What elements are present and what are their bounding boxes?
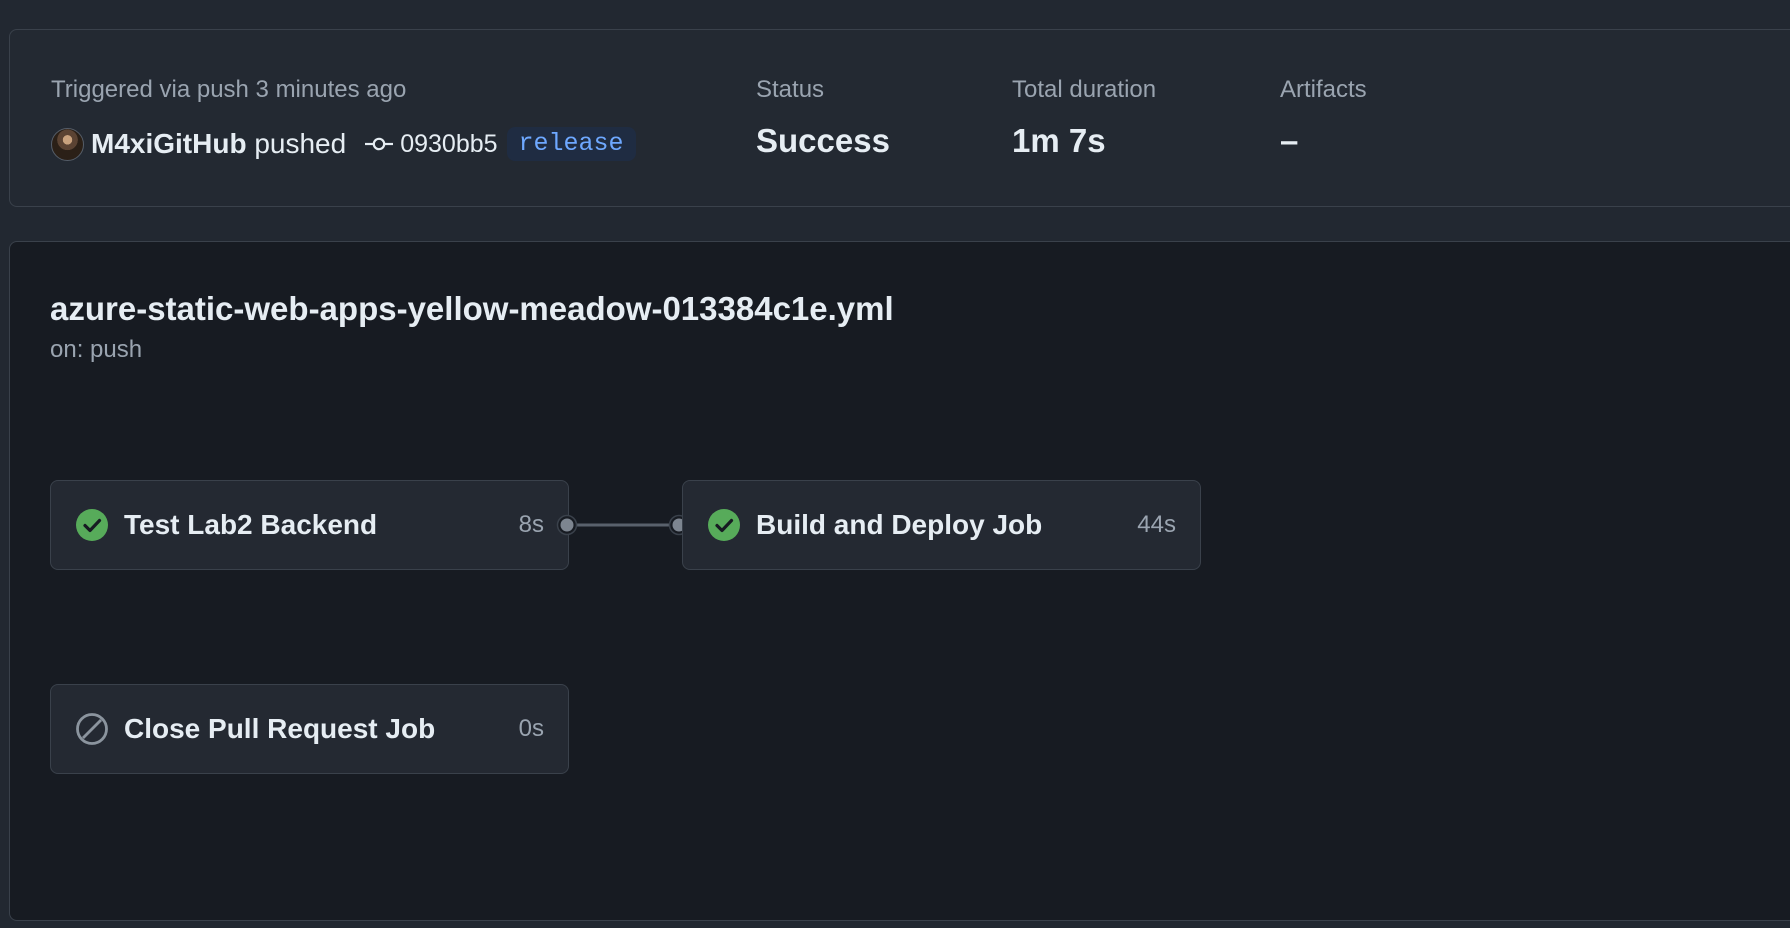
job-name: Build and Deploy Job xyxy=(756,509,1043,540)
workflow-trigger: on: push xyxy=(50,336,143,363)
skipped-icon xyxy=(76,713,108,745)
job-duration: 44s xyxy=(1137,511,1176,538)
duration-value: 1m 7s xyxy=(1012,122,1106,159)
duration-label: Total duration xyxy=(1012,76,1157,103)
job-duration: 0s xyxy=(518,715,544,742)
trigger-details: M4xiGitHub pushed 0930bb5 release xyxy=(51,122,636,166)
actor-line: M4xiGitHub pushed xyxy=(91,128,346,160)
artifacts-label: Artifacts xyxy=(1280,76,1367,103)
job-name: Close Pull Request Job xyxy=(124,713,436,744)
status-label: Status xyxy=(756,76,825,103)
workflow-graph-panel: azure-static-web-apps-yellow-meadow-0133… xyxy=(9,241,1790,921)
job-dependency-connector xyxy=(556,514,690,536)
status-value: Success xyxy=(756,122,890,159)
trigger-text: Triggered via push 3 minutes ago xyxy=(51,76,407,103)
commit-icon xyxy=(365,137,394,151)
actor-name[interactable]: M4xiGitHub xyxy=(91,128,247,159)
check-circle-icon xyxy=(708,509,740,541)
job-close-pull-request[interactable]: Close Pull Request Job 0s xyxy=(50,684,569,774)
action-text: pushed xyxy=(254,128,347,159)
commit-sha-link[interactable]: 0930bb5 xyxy=(400,130,497,159)
job-duration: 8s xyxy=(518,511,544,538)
branch-badge[interactable]: release xyxy=(506,127,636,161)
check-circle-icon xyxy=(76,509,108,541)
artifacts-value: – xyxy=(1280,122,1299,159)
job-build-and-deploy[interactable]: Build and Deploy Job 44s xyxy=(682,480,1201,570)
job-test-lab2-backend[interactable]: Test Lab2 Backend 8s xyxy=(50,480,569,570)
job-name: Test Lab2 Backend xyxy=(124,509,378,540)
workflow-file-name: azure-static-web-apps-yellow-meadow-0133… xyxy=(50,290,894,327)
avatar[interactable] xyxy=(51,127,84,161)
run-summary-panel: Triggered via push 3 minutes ago M4xiGit… xyxy=(9,29,1790,207)
